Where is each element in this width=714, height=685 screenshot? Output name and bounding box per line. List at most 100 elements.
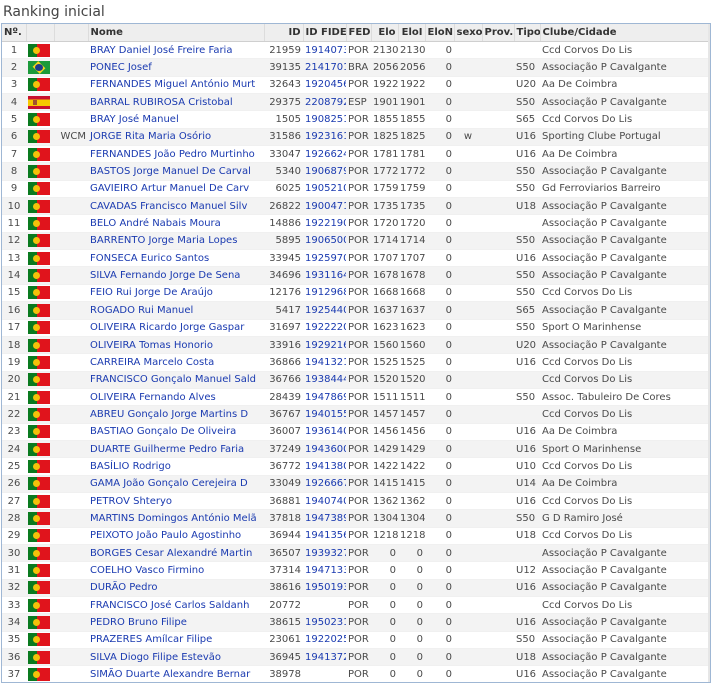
- table-row[interactable]: 7 FERNANDES João Pedro Murtinho 33047 19266…: [2, 145, 710, 164]
- row-eloi: 1362: [398, 492, 425, 511]
- row-fed: POR: [346, 648, 371, 667]
- table-row[interactable]: 14 SILVA Fernando Jorge De Sena 34696 19311…: [2, 266, 710, 285]
- row-elo: 1637: [371, 301, 398, 320]
- row-club: Associação P Cavalgante: [540, 301, 710, 320]
- table-row[interactable]: 9 GAVIEIRO Artur Manuel De Carv 6025 190521…: [2, 180, 710, 199]
- row-name: SILVA Diogo Filipe Estevão: [88, 648, 264, 667]
- row-elo: 1422: [371, 457, 398, 476]
- table-row[interactable]: 10 CAVADAS Francisco Manuel Silv 26822 1900…: [2, 197, 710, 216]
- col-header-prov[interactable]: Prov.: [482, 24, 515, 42]
- table-row[interactable]: 32 DURÃO Pedro 38616 1950193 POR 0 0 0 U16 Associ…: [2, 579, 710, 598]
- row-sexo: [454, 353, 482, 372]
- table-row[interactable]: 27 PETROV Shteryo 36881 1940740 POR 1362 1362 0…: [2, 492, 710, 511]
- col-header-id[interactable]: ID: [264, 24, 304, 42]
- row-prov: [482, 249, 514, 268]
- table-row[interactable]: 12 BARRENTO Jorge Maria Lopes 5895 1906500 P…: [2, 232, 710, 251]
- row-elo: 1415: [371, 475, 398, 493]
- row-number: 35: [2, 631, 26, 650]
- table-row[interactable]: 26 GAMA João Gonçalo Cerejeira D 33049 1926…: [2, 475, 710, 493]
- table-row[interactable]: 36 SILVA Diogo Filipe Estevão 36945 1941372…: [2, 648, 710, 667]
- table-row[interactable]: 33 FRANCISCO José Carlos Saldanh 20772 POR 0…: [2, 596, 710, 615]
- table-row[interactable]: 37 SIMÃO Duarte Alexandre Bernar 38978 POR 0…: [2, 665, 710, 682]
- col-header-tipo[interactable]: Tipo: [514, 24, 541, 42]
- table-row[interactable]: 1 BRAY Daniel José Freire Faria 21959 19140…: [2, 41, 710, 60]
- row-eloi: 1415: [398, 475, 425, 493]
- row-tipo: S50: [514, 388, 540, 407]
- table-row[interactable]: 13 FONSECA Eurico Santos 33945 1925970 POR 17…: [2, 249, 710, 268]
- row-number: 9: [2, 180, 26, 199]
- ranking-table-container[interactable]: Nº. Nome ID ID FIDE FED Elo EloI EloN se…: [1, 23, 711, 683]
- table-row[interactable]: 17 OLIVEIRA Ricardo Jorge Gaspar 31697 1922…: [2, 319, 710, 337]
- row-id-fide: 1914073: [303, 41, 346, 60]
- row-prov: [482, 405, 514, 424]
- table-row[interactable]: 23 BASTIAO Gonçalo De Oliveira 36007 193614…: [2, 423, 710, 441]
- row-club: Aa De Coimbra: [540, 76, 710, 95]
- table-row[interactable]: 35 PRAZERES Amílcar Filipe 23061 1922025 POR…: [2, 631, 710, 650]
- table-row[interactable]: 11 BELO André Nabais Moura 14886 1922190 POR…: [2, 214, 710, 233]
- col-header-sexo[interactable]: sexo: [454, 24, 483, 42]
- col-header-title[interactable]: [54, 24, 89, 42]
- scrollbar-edge[interactable]: [708, 24, 710, 682]
- table-row[interactable]: 21 OLIVEIRA Fernando Alves 28439 1947869 POR…: [2, 388, 710, 407]
- table-row[interactable]: 31 COELHO Vasco Firmino 37314 1947133 POR 0 0 0…: [2, 561, 710, 580]
- table-row[interactable]: 22 ABREU Gonçalo Jorge Martins D 36767 1940…: [2, 405, 710, 424]
- row-elon: 0: [425, 249, 454, 268]
- row-club: Ccd Corvos Do Lis: [540, 596, 710, 615]
- table-row[interactable]: 6 WCM JORGE Rita Maria Osório 31586 1923161 P…: [2, 128, 710, 147]
- row-club: Ccd Corvos Do Lis: [540, 284, 710, 303]
- row-prov: [482, 353, 514, 372]
- flag-cell: [26, 249, 54, 268]
- col-header-elon[interactable]: EloN: [425, 24, 455, 42]
- row-fed: POR: [346, 371, 371, 389]
- row-sexo: [454, 266, 482, 285]
- row-elo: 1759: [371, 180, 398, 199]
- row-number: 25: [2, 457, 26, 476]
- table-row[interactable]: 8 BASTOS Jorge Manuel De Carval 5340 190687…: [2, 162, 710, 181]
- flag-esp-icon: [28, 95, 50, 109]
- table-row[interactable]: 30 BORGES Cesar Alexandré Martin 36507 1939…: [2, 544, 710, 563]
- table-row[interactable]: 5 BRAY José Manuel 1505 1908251 POR 1855 1855 0…: [2, 110, 710, 129]
- row-sexo: [454, 76, 482, 95]
- col-header-name[interactable]: Nome: [88, 24, 265, 42]
- row-fed: POR: [346, 457, 371, 476]
- col-header-id-fide[interactable]: ID FIDE: [303, 24, 347, 42]
- row-number: 34: [2, 613, 26, 632]
- flag-cell: [26, 561, 54, 580]
- table-row[interactable]: 16 ROGADO Rui Manuel 5417 1925440 POR 1637 163…: [2, 301, 710, 320]
- table-row[interactable]: 20 FRANCISCO Gonçalo Manuel Sald 36766 1938…: [2, 371, 710, 389]
- row-prov: [482, 561, 514, 580]
- col-header-elo[interactable]: Elo: [371, 24, 399, 42]
- row-tipo: U20: [514, 76, 540, 95]
- table-row[interactable]: 15 FEIO Rui Jorge De Araújo 12176 1912968 PO…: [2, 284, 710, 303]
- row-sexo: w: [454, 128, 482, 147]
- col-header-number[interactable]: Nº.: [2, 24, 27, 42]
- col-header-fed[interactable]: FED: [346, 24, 372, 42]
- table-row[interactable]: 2 PONEC Josef 39135 2141701 BRA 2056 2056 0 S50 A…: [2, 58, 710, 77]
- row-elon: 0: [425, 336, 454, 355]
- table-row[interactable]: 34 PEDRO Bruno Filipe 38615 1950231 POR 0 0 0 U1…: [2, 613, 710, 632]
- row-name: PETROV Shteryo: [88, 492, 264, 511]
- table-row[interactable]: 3 FERNANDES Miguel António Murt 32643 19204…: [2, 76, 710, 95]
- row-sexo: [454, 93, 482, 112]
- row-title: [54, 579, 88, 598]
- col-header-flag[interactable]: [26, 24, 55, 42]
- table-row[interactable]: 4 BARRAL RUBIROSA Cristobal 29375 2208792 ES…: [2, 93, 710, 112]
- row-elon: 0: [425, 561, 454, 580]
- table-row[interactable]: 19 CARREIRA Marcelo Costa 36866 1941321 POR 1…: [2, 353, 710, 372]
- table-row[interactable]: 29 PEIXOTO João Paulo Agostinho 36944 19413…: [2, 527, 710, 545]
- row-id: 37818: [264, 509, 303, 528]
- col-header-eloi[interactable]: EloI: [398, 24, 426, 42]
- row-tipo: U12: [514, 561, 540, 580]
- row-club: Associação P Cavalgante: [540, 93, 710, 112]
- table-row[interactable]: 18 OLIVEIRA Tomas Honorio 33916 1929216 POR 1…: [2, 336, 710, 355]
- table-row[interactable]: 24 DUARTE Guilherme Pedro Faria 37249 19436…: [2, 440, 710, 459]
- row-tipo: S50: [514, 162, 540, 181]
- row-elon: 0: [425, 405, 454, 424]
- row-fed: POR: [346, 440, 371, 459]
- row-title: [54, 162, 88, 181]
- row-tipo: S50: [514, 232, 540, 251]
- col-header-club[interactable]: Clube/Cidade: [540, 24, 710, 42]
- row-id-fide: 1938444: [303, 371, 346, 389]
- table-row[interactable]: 28 MARTINS Domingos António Melã 37818 1947…: [2, 509, 710, 528]
- table-row[interactable]: 25 BASÍLIO Rodrigo 36772 1941380 POR 1422 1422…: [2, 457, 710, 476]
